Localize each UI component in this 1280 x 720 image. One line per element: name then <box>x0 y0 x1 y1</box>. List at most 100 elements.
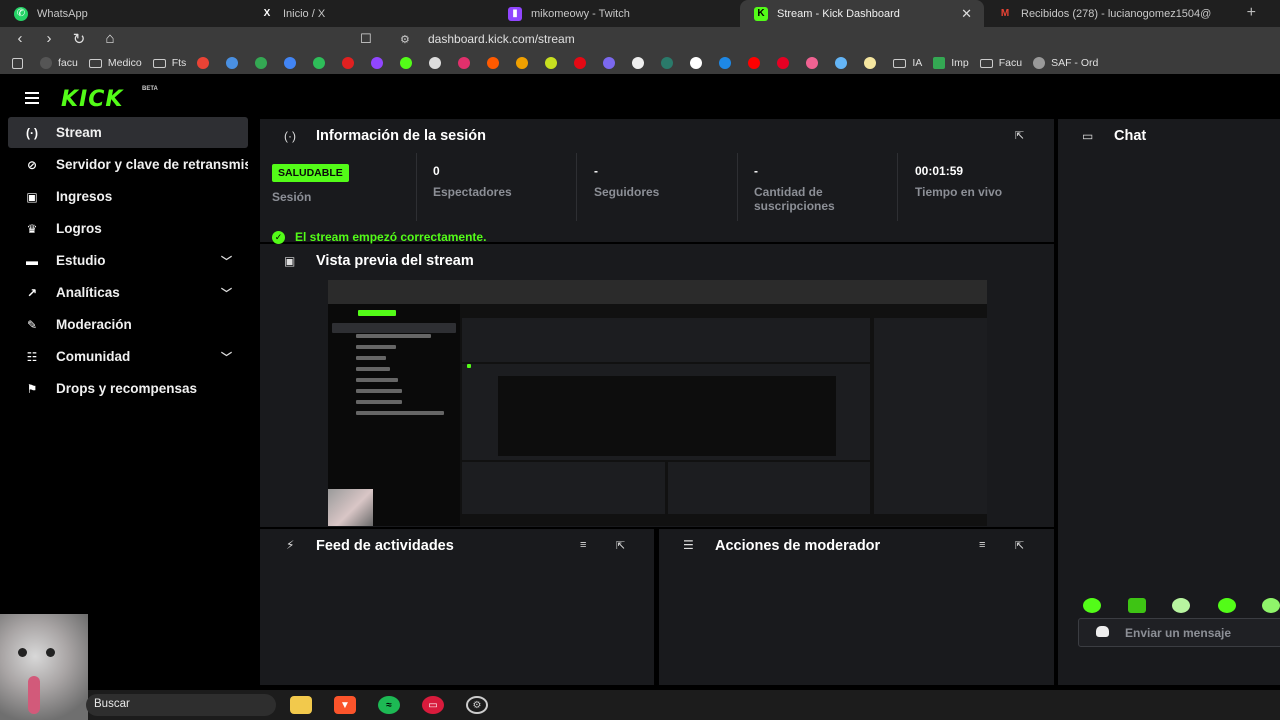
bookmark-site-icon[interactable] <box>748 57 766 69</box>
sidebar-item-label: Stream <box>56 125 102 140</box>
bookmark-site-icon[interactable] <box>313 57 331 69</box>
bookmark-site-icon[interactable] <box>632 57 650 69</box>
sidebar-item-ingresos[interactable]: ▣ Ingresos <box>8 181 248 212</box>
bookmark-site-icon[interactable] <box>777 57 795 69</box>
filter-icon[interactable]: ≡ <box>979 539 985 551</box>
new-tab-button[interactable]: + <box>1247 4 1256 22</box>
sidebar-item-analiticas[interactable]: ↗ Analíticas ﹀ <box>8 277 248 308</box>
sidebar-item-stream-key[interactable]: ⊘ Servidor y clave de retransmisión <box>8 149 248 180</box>
studio-icon: ▬ <box>26 253 38 268</box>
sidebar-item-comunidad[interactable]: ☷ Comunidad ﹀ <box>8 341 248 372</box>
bookmark-folder-facu[interactable]: Facu <box>979 57 1022 69</box>
tab-kick-dashboard[interactable]: K Stream - Kick Dashboard ✕ <box>740 0 984 27</box>
sidebar-item-logros[interactable]: ♛ Logros <box>8 213 248 244</box>
site-info-icon[interactable]: ⚙ <box>400 33 410 46</box>
close-tab-icon[interactable]: ✕ <box>961 6 972 22</box>
bookmark-site-icon[interactable] <box>487 57 505 69</box>
preview-icon: ▣ <box>284 254 296 268</box>
session-info-title: Información de la sesión <box>316 128 487 144</box>
popout-icon[interactable]: ⇱ <box>616 539 625 552</box>
emote-icon[interactable] <box>1128 598 1146 613</box>
tab-gmail[interactable]: M Recibidos (278) - lucianogomez1504@ <box>984 0 1228 27</box>
preview-feed-panel <box>462 462 665 514</box>
analytics-icon: ↗ <box>26 285 38 300</box>
popout-icon[interactable]: ⇱ <box>1015 539 1024 552</box>
bookmark-site-icon[interactable] <box>719 57 737 69</box>
bookmark-saf[interactable]: SAF - Ord <box>1033 57 1098 69</box>
steam-icon[interactable]: ⚙ <box>466 696 488 714</box>
stream-preview-video[interactable] <box>328 280 987 526</box>
reload-icon[interactable]: ↻ <box>69 30 89 48</box>
home-icon[interactable]: ⌂ <box>100 30 120 47</box>
tab-label: WhatsApp <box>37 7 88 20</box>
community-icon: ☷ <box>26 349 38 364</box>
bookmark-site-icon[interactable] <box>603 57 621 69</box>
bookmark-site-icon[interactable] <box>458 57 476 69</box>
bookmark-site-icon[interactable] <box>864 57 882 69</box>
stream-ok-message: ✓ El stream empezó correctamente. <box>272 230 486 244</box>
bookmark-site-icon[interactable] <box>545 57 563 69</box>
tab-whatsapp[interactable]: ✆ WhatsApp <box>0 0 246 27</box>
bookmark-site-icon[interactable] <box>690 57 708 69</box>
kick-logo[interactable]: KICK <box>61 87 123 112</box>
sidebar-item-estudio[interactable]: ▬ Estudio ﹀ <box>8 245 248 276</box>
sidebar-item-drops[interactable]: ⚑ Drops y recompensas <box>8 373 248 404</box>
twitch-icon: ▮ <box>508 6 522 21</box>
stat-value: - <box>594 164 598 178</box>
bookmark-folder-fts[interactable]: Fts <box>152 57 186 69</box>
preview-webcam <box>328 489 373 526</box>
sidebar-item-stream[interactable]: (·) Stream <box>8 117 248 148</box>
brave-icon[interactable]: ▼ <box>334 696 356 714</box>
bookmark-icon[interactable]: ☐ <box>360 31 372 47</box>
bookmark-site-icon[interactable] <box>806 57 824 69</box>
bookmark-site-icon[interactable] <box>574 57 592 69</box>
bookmark-folder-medico[interactable]: Medico <box>88 57 142 69</box>
apps-icon[interactable] <box>12 57 29 69</box>
bookmark-facu[interactable]: facu <box>40 57 78 69</box>
spotify-icon[interactable]: ≈ <box>378 696 400 714</box>
bookmark-site-icon[interactable] <box>429 57 447 69</box>
bookmark-site-icon[interactable] <box>255 57 273 69</box>
kick-icon: K <box>754 6 768 21</box>
bookmark-site-icon[interactable] <box>226 57 244 69</box>
bookmark-imp[interactable]: Imp <box>933 57 969 69</box>
emote-icon[interactable] <box>1262 598 1280 613</box>
bookmark-site-icon[interactable] <box>342 57 360 69</box>
chat-message-input[interactable]: Enviar un mensaje <box>1078 618 1280 647</box>
chat-title: Chat <box>1114 128 1147 144</box>
store-icon[interactable]: ▭ <box>422 696 444 714</box>
menu-icon[interactable] <box>25 92 39 107</box>
back-icon[interactable]: ‹ <box>10 30 30 47</box>
emote-picker-icon[interactable] <box>1096 626 1109 637</box>
emote-icon[interactable] <box>1172 598 1190 613</box>
bookmark-site-icon[interactable] <box>284 57 302 69</box>
forward-icon[interactable]: › <box>39 30 59 47</box>
preview-chat-panel <box>874 318 987 514</box>
stat-subscriptions: - Cantidad de suscripciones <box>737 153 897 221</box>
chevron-down-icon[interactable]: ﹀ <box>221 349 232 365</box>
bookmark-site-icon[interactable] <box>661 57 679 69</box>
chevron-down-icon[interactable]: ﹀ <box>221 285 232 301</box>
tab-label: Recibidos (278) - lucianogomez1504@ <box>1021 7 1212 20</box>
stat-label: Seguidores <box>594 185 660 199</box>
lightning-icon: ⚡ <box>286 538 295 552</box>
popout-icon[interactable]: ⇱ <box>1015 129 1024 142</box>
filter-icon[interactable]: ≡ <box>580 539 586 551</box>
emote-icon[interactable] <box>1218 598 1236 613</box>
chevron-down-icon[interactable]: ﹀ <box>221 253 232 269</box>
tab-twitch[interactable]: ▮ mikomeowy - Twitch <box>494 0 740 27</box>
bookmark-site-icon[interactable] <box>516 57 534 69</box>
bookmark-site-icon[interactable] <box>400 57 418 69</box>
tab-x[interactable]: X Inicio / X <box>246 0 494 27</box>
bookmark-folder-ia[interactable]: IA <box>893 57 922 69</box>
file-explorer-icon[interactable] <box>290 696 312 714</box>
taskbar-search[interactable]: Buscar <box>86 694 276 716</box>
sidebar-item-moderacion[interactable]: ✎ Moderación <box>8 309 248 340</box>
emote-icon[interactable] <box>1083 598 1101 613</box>
bookmark-site-icon[interactable] <box>197 57 215 69</box>
broadcast-icon: (·) <box>284 129 296 143</box>
check-icon: ✓ <box>272 230 285 244</box>
url-field[interactable]: dashboard.kick.com/stream <box>428 32 575 46</box>
bookmark-site-icon[interactable] <box>371 57 389 69</box>
bookmark-site-icon[interactable] <box>835 57 853 69</box>
